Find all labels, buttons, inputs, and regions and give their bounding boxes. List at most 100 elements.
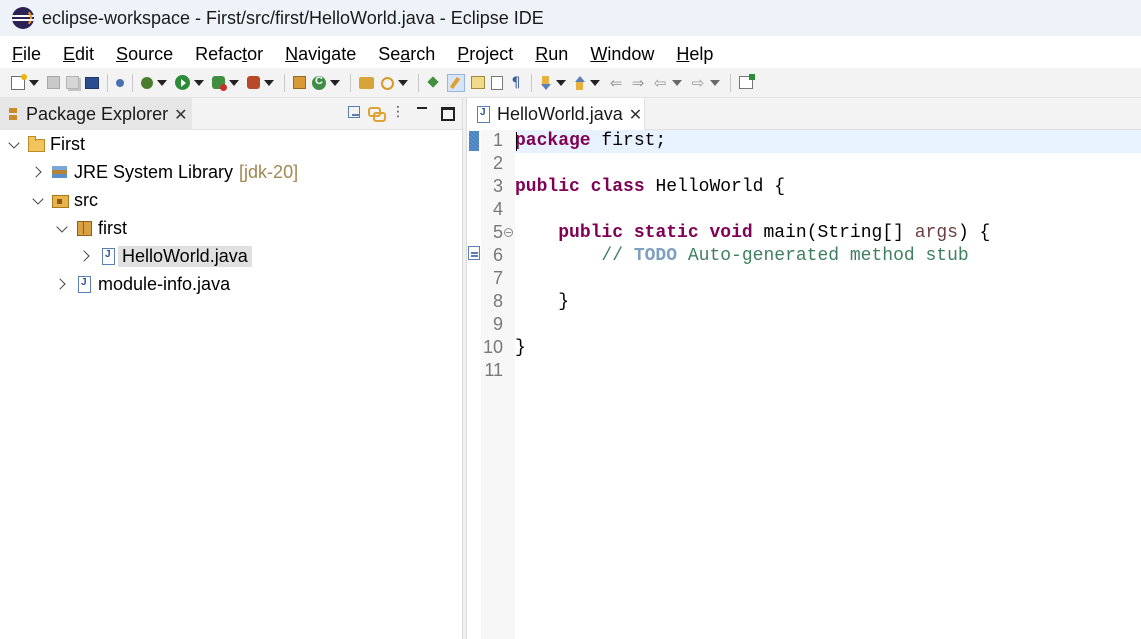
tree-item-project[interactable]: First	[8, 132, 85, 156]
java-file-icon	[100, 248, 116, 265]
chevron-down-icon[interactable]	[56, 222, 68, 234]
line-number: 8	[492, 291, 503, 311]
code-line-5: public static void main(String[] args) {	[558, 223, 991, 243]
back-dropdown-icon[interactable]	[671, 75, 683, 91]
menu-source[interactable]: Source	[116, 44, 173, 65]
toolbar-separator	[284, 73, 285, 92]
tree-item-label: JRE System Library	[74, 161, 234, 182]
tree-item-label: module-info.java	[98, 273, 231, 294]
show-whitespace-icon[interactable]: ¶	[509, 75, 523, 91]
close-icon[interactable]: ✕	[174, 105, 187, 124]
menu-refactor[interactable]: Refactor	[195, 44, 263, 65]
editor-tab-bar: HelloWorld.java ✕	[467, 98, 1141, 130]
save-all-icon[interactable]	[66, 76, 79, 89]
new-dropdown-icon[interactable]	[28, 75, 40, 91]
debug-dropdown-icon[interactable]	[156, 75, 168, 91]
menu-file[interactable]: File	[12, 44, 41, 65]
line-number: 4	[492, 199, 503, 219]
search-icon[interactable]	[380, 76, 394, 90]
coverage-icon[interactable]	[212, 76, 227, 91]
package-explorer-actions: ⋮	[340, 104, 455, 122]
menu-search[interactable]: Search	[378, 44, 435, 65]
tree-item-label: HelloWorld.java	[118, 245, 252, 267]
toolbar-separator	[730, 73, 731, 92]
menu-run[interactable]: Run	[535, 44, 568, 65]
java-editor: HelloWorld.java ✕ 1 2 3 4 5 6 7 8 9 10 1…	[467, 98, 1141, 639]
debug-icon[interactable]	[141, 76, 153, 89]
menu-bar: File Edit Source Refactor Navigate Searc…	[0, 40, 1141, 68]
chevron-right-icon[interactable]	[80, 250, 92, 262]
text-caret	[516, 132, 517, 151]
chevron-down-icon[interactable]	[32, 194, 44, 206]
maximize-icon[interactable]	[438, 104, 455, 121]
next-annotation-dropdown-icon[interactable]	[555, 75, 567, 91]
package-explorer-icon	[8, 107, 18, 121]
toggle-block-selection-icon[interactable]	[471, 76, 485, 89]
line-number: 6	[492, 245, 503, 265]
menu-project[interactable]: Project	[457, 44, 513, 65]
open-perspective-icon[interactable]	[739, 74, 755, 89]
code-text-area[interactable]: package first; public class HelloWorld {…	[515, 130, 1141, 639]
menu-navigate[interactable]: Navigate	[285, 44, 356, 65]
package-icon	[76, 220, 92, 236]
next-edit-location-icon[interactable]: ⇒	[630, 74, 646, 92]
back-icon[interactable]: ⇦	[652, 74, 668, 92]
next-annotation-icon[interactable]	[540, 75, 552, 90]
external-tools-icon[interactable]	[247, 76, 260, 89]
last-edit-location-icon[interactable]: ⇐	[608, 74, 624, 92]
run-icon[interactable]	[175, 75, 190, 90]
forward-icon[interactable]: ⇨	[690, 74, 706, 92]
toolbar-separator	[531, 73, 532, 92]
chevron-down-icon[interactable]	[8, 138, 20, 150]
tree-item-helloworld[interactable]: HelloWorld.java	[80, 244, 252, 268]
tree-item-package[interactable]: first	[56, 216, 127, 240]
forward-dropdown-icon[interactable]	[709, 75, 721, 91]
fold-collapse-icon[interactable]	[504, 228, 513, 237]
chevron-right-icon[interactable]	[56, 278, 68, 290]
toggle-highlight-icon[interactable]	[447, 73, 465, 92]
toolbar-separator	[132, 73, 133, 92]
tree-item-jre[interactable]: JRE System Library [jdk-20]	[32, 160, 298, 184]
tree-item-module-info[interactable]: module-info.java	[56, 272, 230, 296]
link-with-editor-icon[interactable]	[368, 105, 386, 122]
new-wizard-icon[interactable]	[11, 73, 27, 90]
tree-item-label: First	[50, 133, 85, 154]
tree-item-label: first	[98, 217, 127, 238]
toggle-word-wrap-icon[interactable]	[491, 75, 503, 90]
project-folder-icon	[28, 136, 45, 152]
close-icon[interactable]: ✕	[629, 105, 642, 124]
save-icon[interactable]	[47, 76, 60, 89]
new-package-icon[interactable]	[293, 76, 306, 89]
new-class-dropdown-icon[interactable]	[329, 75, 341, 91]
new-class-icon[interactable]	[312, 75, 326, 90]
chevron-right-icon[interactable]	[32, 166, 44, 178]
toggle-mark-occurrences-icon[interactable]	[427, 76, 441, 90]
line-number: 11	[484, 360, 503, 380]
menu-help[interactable]: Help	[676, 44, 713, 65]
search-dropdown-icon[interactable]	[397, 75, 409, 91]
skip-breakpoints-icon[interactable]	[116, 78, 124, 87]
coverage-dropdown-icon[interactable]	[228, 75, 240, 91]
tab-helloworld-java[interactable]: HelloWorld.java ✕	[467, 98, 645, 130]
library-icon	[52, 164, 68, 180]
menu-window[interactable]: Window	[590, 44, 654, 65]
tree-item-src[interactable]: src	[32, 188, 98, 212]
eclipse-logo-icon	[12, 7, 34, 29]
line-number: 3	[492, 176, 503, 196]
collapse-all-icon[interactable]	[348, 106, 360, 118]
external-tools-dropdown-icon[interactable]	[263, 75, 275, 91]
open-type-icon[interactable]	[359, 76, 374, 89]
toolbar-separator	[107, 73, 108, 92]
toolbar-separator	[350, 73, 351, 92]
previous-annotation-icon[interactable]	[574, 75, 586, 90]
run-dropdown-icon[interactable]	[193, 75, 205, 91]
line-number: 9	[492, 314, 503, 334]
tab-package-explorer[interactable]: Package Explorer ✕	[0, 98, 192, 130]
previous-annotation-dropdown-icon[interactable]	[589, 75, 601, 91]
menu-edit[interactable]: Edit	[63, 44, 94, 65]
terminal-icon[interactable]	[85, 76, 99, 89]
line-number: 5	[492, 222, 503, 242]
view-menu-icon[interactable]: ⋮	[390, 104, 406, 120]
minimize-icon[interactable]	[414, 104, 430, 120]
java-file-icon	[76, 276, 92, 293]
